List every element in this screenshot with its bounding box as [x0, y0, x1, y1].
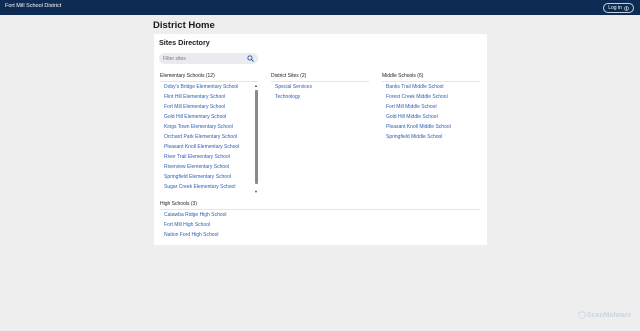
site-link[interactable]: River Trail Elementary School	[164, 152, 239, 162]
site-link[interactable]: Sugar Creek Elementary School	[164, 182, 239, 192]
site-link[interactable]: Banks Trail Middle School	[386, 82, 451, 92]
site-link[interactable]: Nation Ford High School	[164, 230, 227, 240]
card-title: Sites Directory	[159, 38, 210, 47]
middle-schools-list: Banks Trail Middle School Forest Creek M…	[386, 82, 451, 142]
middle-schools-heading: Middle Schools (6)	[382, 73, 424, 79]
page-title: District Home	[153, 20, 215, 31]
site-link[interactable]: Doby's Bridge Elementary School	[164, 82, 239, 92]
site-link[interactable]: Gold Hill Elementary School	[164, 112, 239, 122]
site-link[interactable]: Springfield Elementary School	[164, 172, 239, 182]
login-button[interactable]: Log in	[603, 3, 634, 13]
site-link[interactable]: Springfield Middle School	[386, 132, 451, 142]
search-icon[interactable]	[247, 55, 254, 62]
site-link[interactable]: Technology	[275, 92, 312, 102]
elementary-schools-list: Doby's Bridge Elementary School Flint Hi…	[164, 82, 239, 192]
filter-box	[159, 53, 258, 64]
login-label: Log in	[608, 5, 622, 11]
scroll-down-arrow-icon[interactable]: ▼	[254, 190, 258, 194]
site-link[interactable]: Kings Town Elementary School	[164, 122, 239, 132]
site-link[interactable]: Gold Hill Middle School	[386, 112, 451, 122]
district-name[interactable]: Fort Mill School District	[5, 3, 61, 9]
site-link[interactable]: Forest Creek Middle School	[386, 92, 451, 102]
site-link[interactable]: Pleasant Knoll Elementary School	[164, 142, 239, 152]
watermark-text: ScanMalware	[587, 311, 632, 319]
elementary-schools-heading: Elementary Schools (12)	[160, 73, 215, 79]
high-schools-heading: High Schools (3)	[160, 201, 197, 207]
scroll-up-arrow-icon[interactable]: ▲	[254, 84, 258, 88]
top-navigation-bar: Fort Mill School District Log in	[0, 0, 640, 15]
login-icon	[623, 5, 629, 11]
site-link[interactable]: Riverview Elementary School	[164, 162, 239, 172]
site-link[interactable]: Fort Mill Elementary School	[164, 102, 239, 112]
site-link[interactable]: Flint Hill Elementary School	[164, 92, 239, 102]
site-link[interactable]: Special Services	[275, 82, 312, 92]
site-link[interactable]: Pleasant Knoll Middle School	[386, 122, 451, 132]
filter-sites-input[interactable]	[163, 54, 243, 63]
site-link[interactable]: Fort Mill Middle School	[386, 102, 451, 112]
site-link[interactable]: Fort Mill High School	[164, 220, 227, 230]
high-schools-list: Catawba Ridge High School Fort Mill High…	[164, 210, 227, 240]
watermark: ScanMalware	[578, 311, 631, 319]
shield-icon	[578, 311, 586, 319]
scrollbar-thumb[interactable]	[254, 90, 258, 184]
district-sites-heading: District Sites (2)	[271, 73, 307, 79]
elementary-list-scrollbar[interactable]: ▲ ▼	[254, 84, 258, 194]
site-link[interactable]: Orchard Park Elementary School	[164, 132, 239, 142]
district-sites-list: Special Services Technology	[275, 82, 312, 102]
sites-directory-card: Sites Directory Elementary Schools (12) …	[154, 34, 487, 245]
site-link[interactable]: Catawba Ridge High School	[164, 210, 227, 220]
